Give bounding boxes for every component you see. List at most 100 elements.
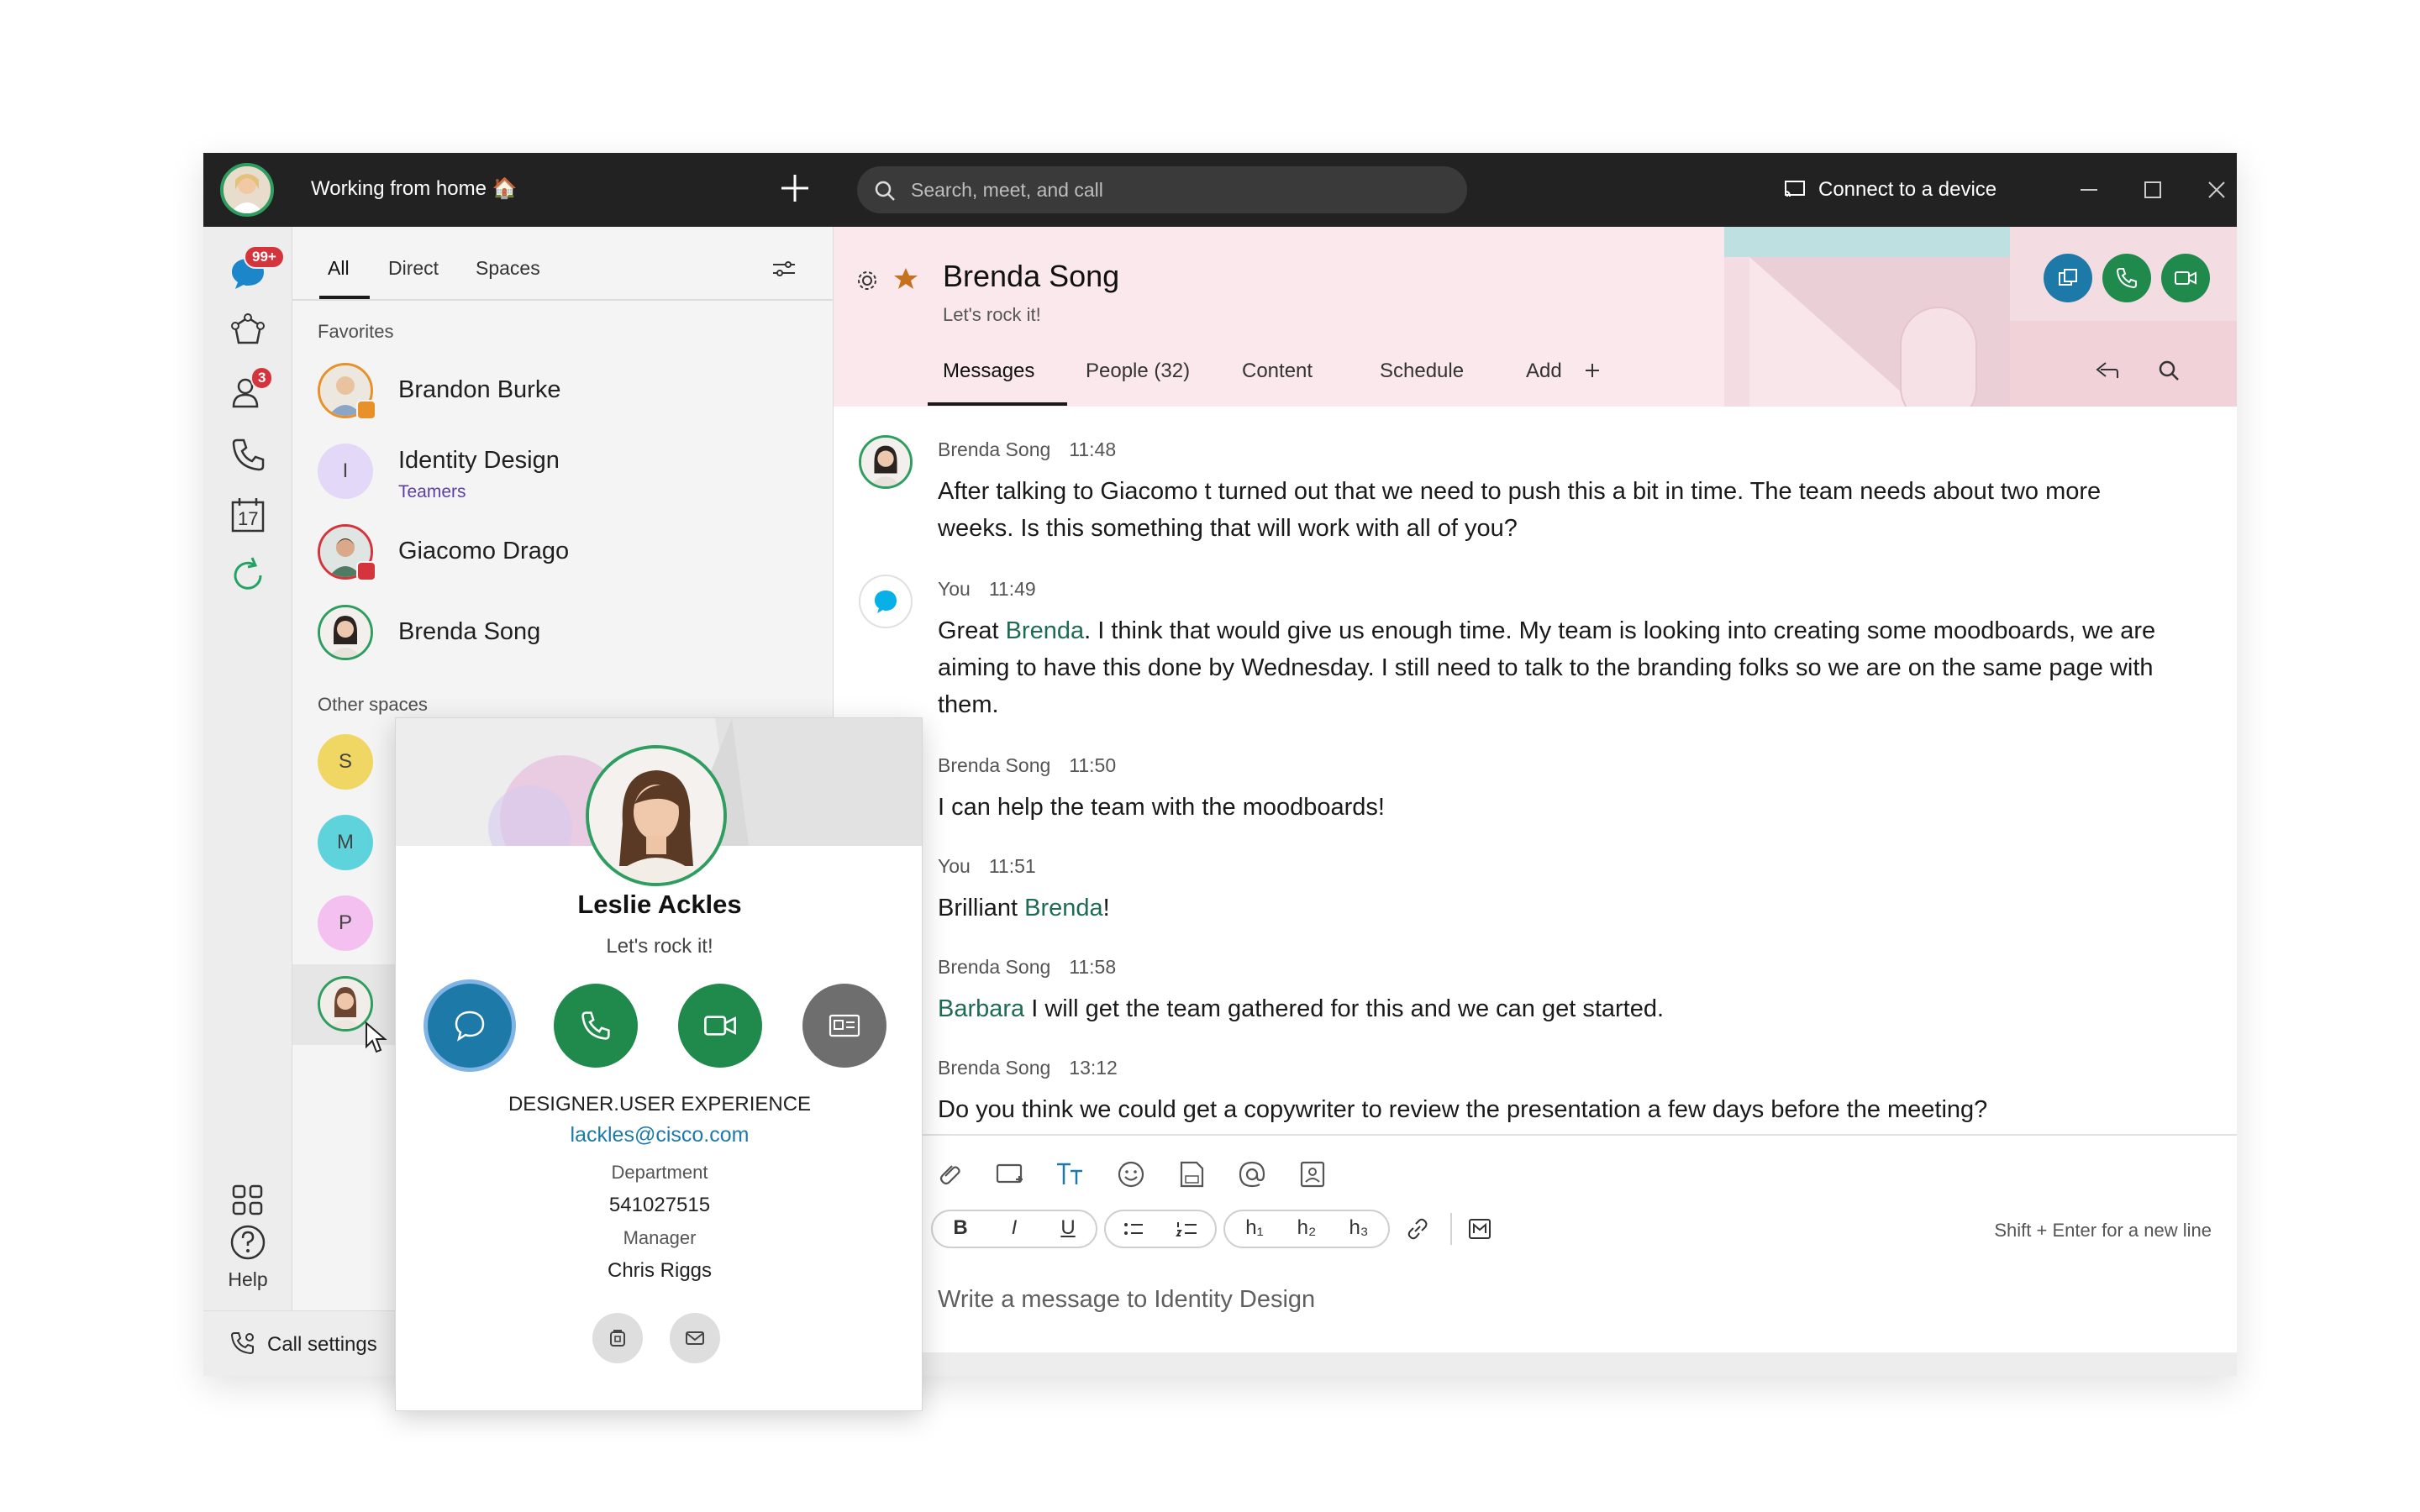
tab-messages[interactable]: Messages [943, 360, 1034, 383]
add-plus-icon[interactable] [1583, 361, 1602, 380]
minimize-button[interactable] [2069, 170, 2109, 210]
numbered-list-icon[interactable] [1173, 1216, 1202, 1242]
message-item[interactable]: You 11:49 Great Brenda. I think that woul… [938, 578, 2181, 723]
navigation-rail: 99+ 3 17 Help [203, 227, 292, 1376]
settings-gear-icon[interactable] [855, 269, 879, 292]
mention[interactable]: Barbara [938, 995, 1024, 1022]
directory-button[interactable] [592, 1313, 643, 1363]
call-button[interactable] [554, 984, 638, 1068]
mention[interactable]: Brenda [1006, 617, 1085, 644]
status-message[interactable]: Working from home 🏠 [311, 176, 518, 201]
calling-nav[interactable] [227, 433, 269, 475]
attach-icon[interactable] [933, 1158, 966, 1191]
calendar-nav[interactable]: 17 [227, 494, 269, 536]
tab-people[interactable]: People (32) [1086, 360, 1190, 383]
screenshot-icon[interactable] [993, 1158, 1027, 1191]
tab-add[interactable]: Add [1526, 360, 1562, 383]
profile-avatar [586, 745, 727, 886]
close-button[interactable] [2196, 170, 2237, 210]
mention[interactable]: Brenda [1024, 895, 1103, 921]
video-button[interactable] [678, 984, 762, 1068]
video-call-button[interactable] [2161, 254, 2210, 302]
contact-name: Brandon Burke [398, 376, 561, 403]
video-presence-icon [356, 400, 376, 420]
plus-icon[interactable] [775, 168, 815, 208]
search-icon[interactable] [2156, 358, 2181, 383]
message-item[interactable]: You 11:51 Brilliant Brenda! [938, 855, 2181, 927]
filter-active-indicator [319, 296, 370, 299]
heading-1-button[interactable]: h₁ [1240, 1216, 1269, 1243]
chat-bubble-icon [875, 591, 897, 613]
search-input[interactable] [911, 166, 1449, 213]
contacts-nav[interactable]: 3 [227, 366, 274, 413]
audio-call-button[interactable] [2102, 254, 2151, 302]
help-label[interactable]: Help [203, 1268, 292, 1291]
contacts-badge: 3 [250, 366, 274, 390]
mail-icon [686, 1331, 704, 1345]
profile-title: DESIGNER.USER EXPERIENCE [508, 1093, 812, 1116]
filter-all[interactable]: All [328, 257, 350, 280]
tab-schedule[interactable]: Schedule [1380, 360, 1464, 383]
heading-2-button[interactable]: h₂ [1292, 1216, 1321, 1243]
call-settings-label: Call settings [267, 1333, 377, 1356]
message-item[interactable]: Brenda Song 11:50 I can help the team wit… [938, 754, 2181, 826]
search-icon [875, 181, 895, 201]
manager-value[interactable]: Chris Riggs [396, 1259, 922, 1283]
space-subtitle: Let's rock it! [943, 304, 1041, 325]
email-button[interactable] [670, 1313, 720, 1363]
bulleted-list-icon[interactable] [1119, 1216, 1148, 1242]
contact-brandon-burke[interactable]: Brandon Burke [292, 351, 834, 432]
mention-icon[interactable] [1235, 1158, 1269, 1191]
share-screen-button[interactable] [2044, 254, 2092, 302]
gif-icon[interactable] [1175, 1158, 1208, 1191]
contact-brenda-song[interactable]: Brenda Song [292, 593, 834, 674]
avatar [318, 605, 373, 660]
message-item[interactable]: Brenda Song 11:48 After talking to Giacom… [938, 438, 2181, 547]
link-icon[interactable] [1403, 1215, 1432, 1243]
filter-spaces[interactable]: Spaces [476, 257, 540, 280]
presence-dnd-icon [356, 561, 376, 581]
search-bar[interactable] [857, 166, 1467, 213]
messaging-badge: 99+ [244, 245, 285, 269]
filter-settings-icon[interactable] [771, 259, 797, 279]
space-identity-design[interactable]: I Identity Design Teamers [292, 432, 834, 512]
bold-button[interactable]: B [946, 1216, 975, 1243]
italic-button[interactable]: I [1000, 1216, 1028, 1243]
message-author: Brenda Song [938, 956, 1051, 978]
emoji-icon[interactable] [1114, 1158, 1148, 1191]
message-author: Brenda Song [938, 754, 1051, 776]
refresh-nav[interactable] [227, 554, 269, 596]
connect-device-button[interactable]: Connect to a device [1783, 171, 1996, 208]
markdown-icon[interactable] [1465, 1215, 1494, 1243]
favorite-star-icon[interactable] [892, 265, 919, 292]
help-nav[interactable] [227, 1221, 269, 1263]
apps-nav[interactable] [227, 1179, 269, 1221]
contact-card-icon[interactable] [1296, 1158, 1329, 1191]
chat-bubble-icon [455, 1011, 485, 1042]
heading-3-button[interactable]: h₃ [1344, 1216, 1373, 1243]
filter-direct[interactable]: Direct [388, 257, 439, 280]
manager-label: Manager [623, 1227, 697, 1248]
user-avatar[interactable] [220, 163, 274, 217]
message-input[interactable] [938, 1278, 2198, 1320]
contact-name: Giacomo Drago [398, 538, 570, 564]
messaging-nav[interactable]: 99+ [227, 245, 285, 294]
maximize-button[interactable] [2133, 170, 2173, 210]
underline-button[interactable]: U [1054, 1216, 1082, 1243]
threads-icon[interactable] [2094, 358, 2121, 383]
tab-content[interactable]: Content [1242, 360, 1313, 383]
message-item[interactable]: Brenda Song 11:58 Barbara I will get the … [938, 956, 2181, 1027]
favorites-label: Favorites [318, 321, 394, 342]
message-item[interactable]: Brenda Song 13:12 Do you think we could g… [938, 1057, 2181, 1128]
teams-icon [231, 313, 265, 344]
teams-nav[interactable] [227, 311, 269, 353]
space-title: Brenda Song [943, 259, 1120, 293]
message-button[interactable] [428, 984, 512, 1068]
refresh-icon [234, 557, 262, 590]
active-tab-indicator [928, 402, 1067, 406]
text-format-icon[interactable] [1054, 1158, 1087, 1191]
profile-email[interactable]: lackles@cisco.com [396, 1123, 922, 1147]
message-author: Brenda Song [938, 1057, 1051, 1079]
contact-giacomo-drago[interactable]: Giacomo Drago [292, 512, 834, 593]
contact-details-button[interactable] [802, 984, 886, 1068]
